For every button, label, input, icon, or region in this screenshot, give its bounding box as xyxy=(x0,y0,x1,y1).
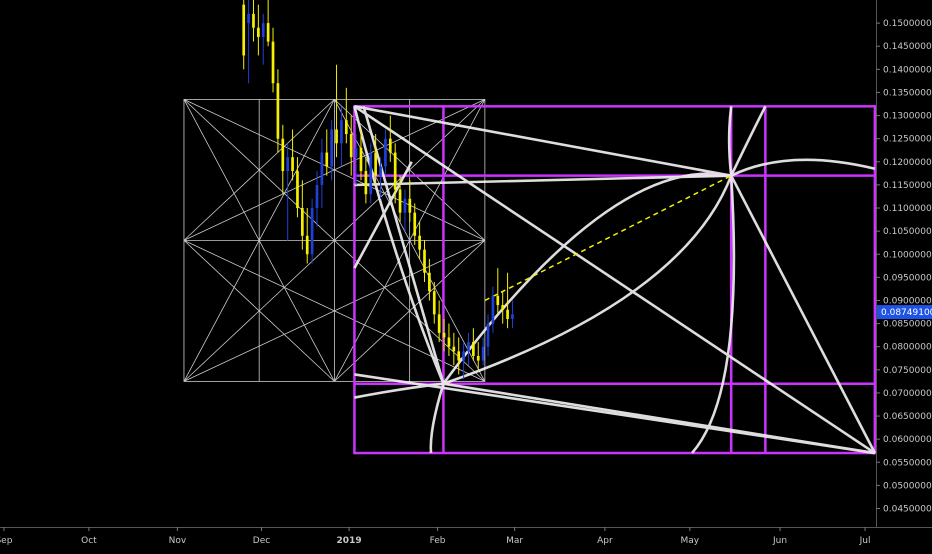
y-tick-label: 0.05000000 xyxy=(883,481,932,491)
y-tick-label: 0.15000000 xyxy=(883,19,932,29)
candle-body xyxy=(369,152,373,195)
candle-body xyxy=(418,235,421,250)
chart-background xyxy=(0,0,932,550)
candle-body xyxy=(388,138,392,153)
x-tick-label: Sep xyxy=(0,536,13,546)
x-tick-label: 2019 xyxy=(337,536,362,546)
candle-body xyxy=(428,272,431,292)
candle-body xyxy=(291,157,294,172)
y-tick-label: 0.13500000 xyxy=(883,88,932,98)
candle-body xyxy=(442,332,446,338)
candle-body xyxy=(496,295,500,306)
candle-body xyxy=(330,129,334,167)
y-tick-label: 0.04500000 xyxy=(883,505,932,515)
candle-body xyxy=(281,138,285,172)
y-tick-label: 0.06000000 xyxy=(883,435,932,445)
candle-body xyxy=(452,346,456,352)
candle-body xyxy=(476,355,480,361)
candle xyxy=(310,198,314,264)
candle-body xyxy=(300,208,304,236)
y-tick-label: 0.10500000 xyxy=(883,227,932,237)
y-tick-label: 0.11500000 xyxy=(883,181,932,191)
candle-body xyxy=(491,295,495,324)
y-tick-label: 0.06500000 xyxy=(883,412,932,422)
x-tick-label: Nov xyxy=(169,536,187,546)
y-tick-label: 0.09500000 xyxy=(883,273,932,283)
candle-body xyxy=(486,323,490,347)
y-tick-label: 0.14000000 xyxy=(883,65,932,75)
x-tick-label: Oct xyxy=(81,536,97,546)
candle-body xyxy=(423,249,426,273)
candle-body xyxy=(398,189,402,213)
candle-body xyxy=(408,198,412,213)
candle-body xyxy=(467,342,470,352)
candle-body xyxy=(247,13,250,24)
candle-body xyxy=(364,171,368,195)
price-chart[interactable]: 0.15000000 0.14500000 0.14000000 0.13500000… xyxy=(0,0,932,550)
candle-body xyxy=(511,314,514,319)
candle-body xyxy=(261,23,265,37)
candle-body xyxy=(506,309,509,319)
candle-body xyxy=(354,147,358,158)
candle-body xyxy=(413,212,417,236)
white-square-drawing[interactable] xyxy=(183,98,486,382)
current-price-tag: 0.08749100 xyxy=(877,305,932,320)
candle-body xyxy=(437,314,441,333)
candle-body xyxy=(432,291,436,315)
candle-body xyxy=(501,305,505,310)
y-tick-label: 0.13000000 xyxy=(883,112,932,122)
candle-body xyxy=(379,166,382,176)
candle-body xyxy=(393,152,397,190)
y-tick-label: 0.08500000 xyxy=(883,320,932,330)
y-tick-label: 0.12000000 xyxy=(883,158,932,168)
candle-body xyxy=(242,4,246,56)
candle-body xyxy=(276,83,280,139)
candle-body xyxy=(305,235,309,255)
candle-body xyxy=(344,120,348,135)
candle-body xyxy=(403,198,407,213)
candle-body xyxy=(310,208,314,255)
y-tick-label: 0.07000000 xyxy=(883,389,932,399)
candle-body xyxy=(457,351,461,361)
x-tick-label: Dec xyxy=(253,536,270,546)
x-tick-label: Jun xyxy=(772,536,787,546)
candle-body xyxy=(374,152,377,176)
candle-body xyxy=(257,27,260,37)
y-tick-label: 0.05500000 xyxy=(883,458,932,468)
y-tick-label: 0.10000000 xyxy=(883,250,932,260)
candle-body xyxy=(335,129,338,144)
y-tick-label: 0.12500000 xyxy=(883,135,932,145)
y-tick-label: 0.07500000 xyxy=(883,366,932,376)
candle-body xyxy=(462,351,465,361)
candle-body xyxy=(315,184,319,209)
y-tick-label: 0.09000000 xyxy=(883,296,932,306)
candle-body xyxy=(349,134,353,158)
current-price-label: 0.08749100 xyxy=(881,308,932,318)
y-tick-label: 0.14500000 xyxy=(883,42,932,52)
candle-body xyxy=(447,337,451,347)
candle-body xyxy=(325,152,329,167)
candle-body xyxy=(252,13,255,28)
x-tick-label: May xyxy=(681,536,700,546)
candle-body xyxy=(481,346,485,361)
candle-body xyxy=(472,342,475,356)
x-tick-label: Apr xyxy=(597,536,613,546)
candle-body xyxy=(296,171,299,209)
x-tick-label: Feb xyxy=(430,536,446,546)
candle-body xyxy=(340,120,343,144)
candle-body xyxy=(271,41,275,84)
candle-body xyxy=(320,152,324,185)
x-tick-label: Mar xyxy=(506,536,523,546)
y-tick-label: 0.11000000 xyxy=(883,204,932,214)
x-tick-label: Jul xyxy=(859,536,871,546)
candle-body xyxy=(286,157,290,172)
y-tick-label: 0.08000000 xyxy=(883,343,932,353)
chart-container: 0.15000000 0.14500000 0.14000000 0.13500000… xyxy=(0,0,932,550)
candle-body xyxy=(266,23,270,42)
candle-body xyxy=(359,147,363,172)
candle-body xyxy=(384,138,387,167)
